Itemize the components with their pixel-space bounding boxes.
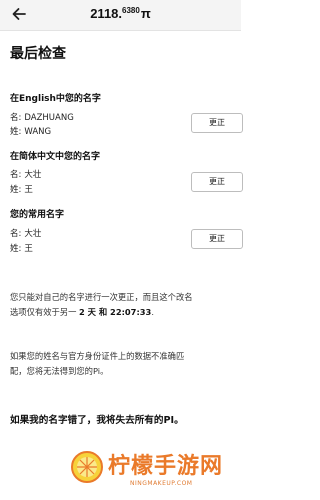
- common-name-heading: 您的常用名字: [10, 210, 65, 220]
- correct-english-name-button[interactable]: 更正: [191, 113, 243, 133]
- common-last-name: 姓: 王: [10, 244, 33, 254]
- correction-limit-notice: 您只能对自己的名字进行一次更正，而且这个改名 选项仅有效于另一 2 天 和 22…: [10, 292, 193, 317]
- pi-balance: 2118.6380π: [90, 6, 151, 21]
- watermark-url: NINGMAKEUP.COM: [130, 480, 193, 487]
- watermark-text: 柠檬手游网: [108, 454, 224, 479]
- site-watermark: 柠檬手游网 NINGMAKEUP.COM: [70, 446, 241, 500]
- simplified-first-name: 名: 大壮: [10, 170, 42, 180]
- id-match-notice: 如果您的姓名与官方身份证件上的数据不准确匹 配，您将无法得到您的Pi。: [10, 351, 185, 376]
- correct-common-name-button[interactable]: 更正: [191, 229, 243, 249]
- lemon-slice-icon: [71, 451, 103, 483]
- english-first-name: 名: DAZHUANG: [10, 113, 74, 123]
- english-name-heading: 在English中您的名字: [10, 94, 101, 104]
- top-bar: 2118.6380π: [0, 0, 241, 31]
- simplified-last-name: 姓: 王: [10, 185, 33, 195]
- common-first-name: 名: 大壮: [10, 229, 42, 239]
- page-title: 最后检查: [10, 46, 66, 62]
- english-last-name: 姓: WANG: [10, 127, 52, 137]
- simplified-name-heading: 在简体中文中您的名字: [10, 152, 101, 162]
- correct-simplified-name-button[interactable]: 更正: [191, 172, 243, 192]
- wrong-name-warning: 如果我的名字错了，我将失去所有的PI。: [10, 415, 184, 426]
- remaining-time: 2 天 和 22:07:33: [79, 307, 152, 317]
